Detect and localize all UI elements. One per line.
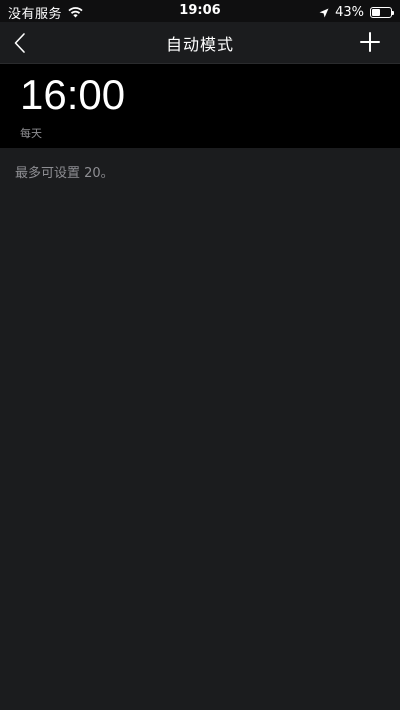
battery-icon — [370, 7, 394, 18]
status-right: 43% — [319, 3, 394, 22]
schedule-repeat: 每天 — [20, 127, 42, 140]
battery-percent: 43% — [335, 5, 364, 20]
page-title: 自动模式 — [165, 35, 234, 54]
add-schedule-button[interactable] — [358, 30, 382, 54]
battery-level-fill — [372, 9, 380, 16]
location-arrow-icon — [319, 3, 329, 22]
plus-icon — [360, 32, 380, 52]
schedule-time: 16:00 — [20, 71, 126, 118]
status-bar: 没有服务 19:06 43% — [0, 0, 400, 22]
navigation-bar: 自动模式 — [0, 22, 400, 64]
schedule-item[interactable]: 16:00 每天 — [0, 64, 400, 148]
limit-hint: 最多可设置 20。 — [15, 166, 114, 181]
